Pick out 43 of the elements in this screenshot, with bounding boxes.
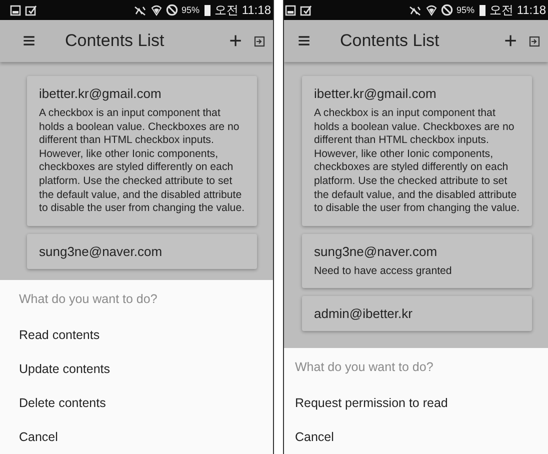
content-card[interactable]: admin@ibetter.kr [302, 296, 532, 332]
menu-icon[interactable]: ≡ [294, 30, 314, 52]
battery-icon [478, 4, 486, 16]
add-icon[interactable]: + [229, 30, 242, 52]
card-email: ibetter.kr@gmail.com [314, 86, 438, 101]
toolbar-title: Contents List [340, 31, 440, 51]
sheet-option[interactable]: Cancel [284, 420, 548, 454]
sheet-option[interactable]: Read contents [8, 318, 273, 352]
block-icon [166, 4, 178, 16]
toolbar-title: Contents List [65, 31, 166, 51]
sheet-title: What do you want to do? [18, 291, 158, 308]
sheet-option[interactable]: Update contents [8, 352, 273, 386]
clock: 오전 11:18 [214, 2, 271, 18]
card-text: A checkbox is an input component that holds a boolean value. Checkboxes are no different than HTML checkbox inputs. However, like other Ionic components, checkboxes are styled differently on each platform. Use the checked attribute to set the default value, and the disabled attribute to disable the user from changing the value. [314, 107, 520, 216]
battery-icon [204, 4, 211, 16]
add-icon[interactable]: + [504, 30, 517, 52]
sheet-option[interactable]: Delete contents [8, 386, 273, 420]
card-email: sung3ne@naver.com [314, 244, 438, 259]
content-card[interactable]: sung3ne@naver.com Need to have access granted [302, 234, 532, 288]
card-text: A checkbox is an input component that holds a boolean value. Checkboxes are no different than HTML checkbox inputs. However, like other Ionic components, checkboxes are styled differently on each platform. Use the checked attribute to set the default value, and the disabled attribute to disable the user from changing the value. [39, 107, 245, 216]
menu-icon[interactable]: ≡ [19, 30, 39, 52]
exit-icon[interactable] [254, 36, 265, 46]
content-card[interactable]: sung3ne@naver.com [27, 234, 257, 269]
clock: 오전 11:18 [490, 2, 546, 18]
sheet-option[interactable]: Request permission to read [284, 386, 548, 420]
card-email: sung3ne@naver.com [39, 244, 164, 259]
wifi-icon [150, 4, 162, 16]
card-email: admin@ibetter.kr [314, 306, 414, 322]
sheet-title: What do you want to do? [294, 359, 434, 376]
sheet-option[interactable]: Cancel [8, 420, 273, 454]
image-icon [285, 4, 296, 16]
card-email: ibetter.kr@gmail.com [39, 86, 162, 101]
clipboard-icon [25, 4, 37, 16]
card-text: Need to have access granted [314, 264, 453, 278]
block-icon [440, 4, 452, 16]
image-icon [10, 4, 21, 16]
battery-percent: 95% [456, 5, 475, 15]
content-card[interactable] [27, 76, 257, 226]
clipboard-icon [300, 4, 312, 16]
wifi-icon [426, 4, 436, 16]
battery-percent: 95% [182, 5, 200, 15]
exit-icon[interactable] [529, 36, 540, 46]
content-card[interactable] [302, 76, 532, 226]
